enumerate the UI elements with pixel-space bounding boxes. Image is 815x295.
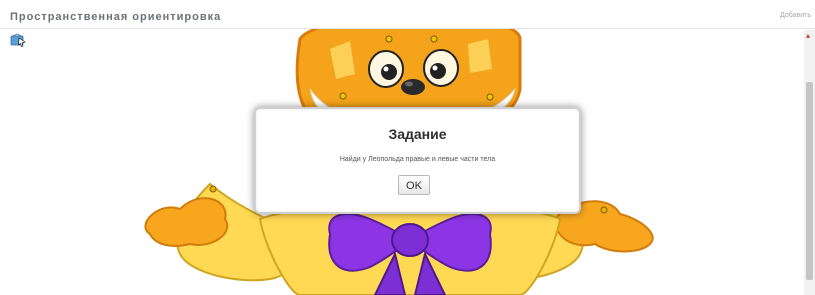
ok-button[interactable]: OK (398, 175, 430, 195)
page: Пространственная ориентировка Добавить ▴… (0, 0, 815, 295)
dialog-title: Задание (388, 126, 447, 142)
page-title: Пространственная ориентировка (10, 11, 222, 23)
scroll-up-arrow-icon[interactable]: ▴ (806, 32, 812, 40)
dialog-message: Найди у Леопольда правые и левые части т… (339, 156, 496, 163)
scroll-thumb[interactable] (806, 82, 813, 280)
task-dialog: Задание Найди у Леопольда правые и левые… (254, 107, 581, 214)
top-right-link[interactable]: Добавить (780, 12, 811, 19)
scrollbar[interactable]: ▴ (804, 30, 815, 295)
title-bar: Пространственная ориентировка Добавить (0, 0, 815, 29)
